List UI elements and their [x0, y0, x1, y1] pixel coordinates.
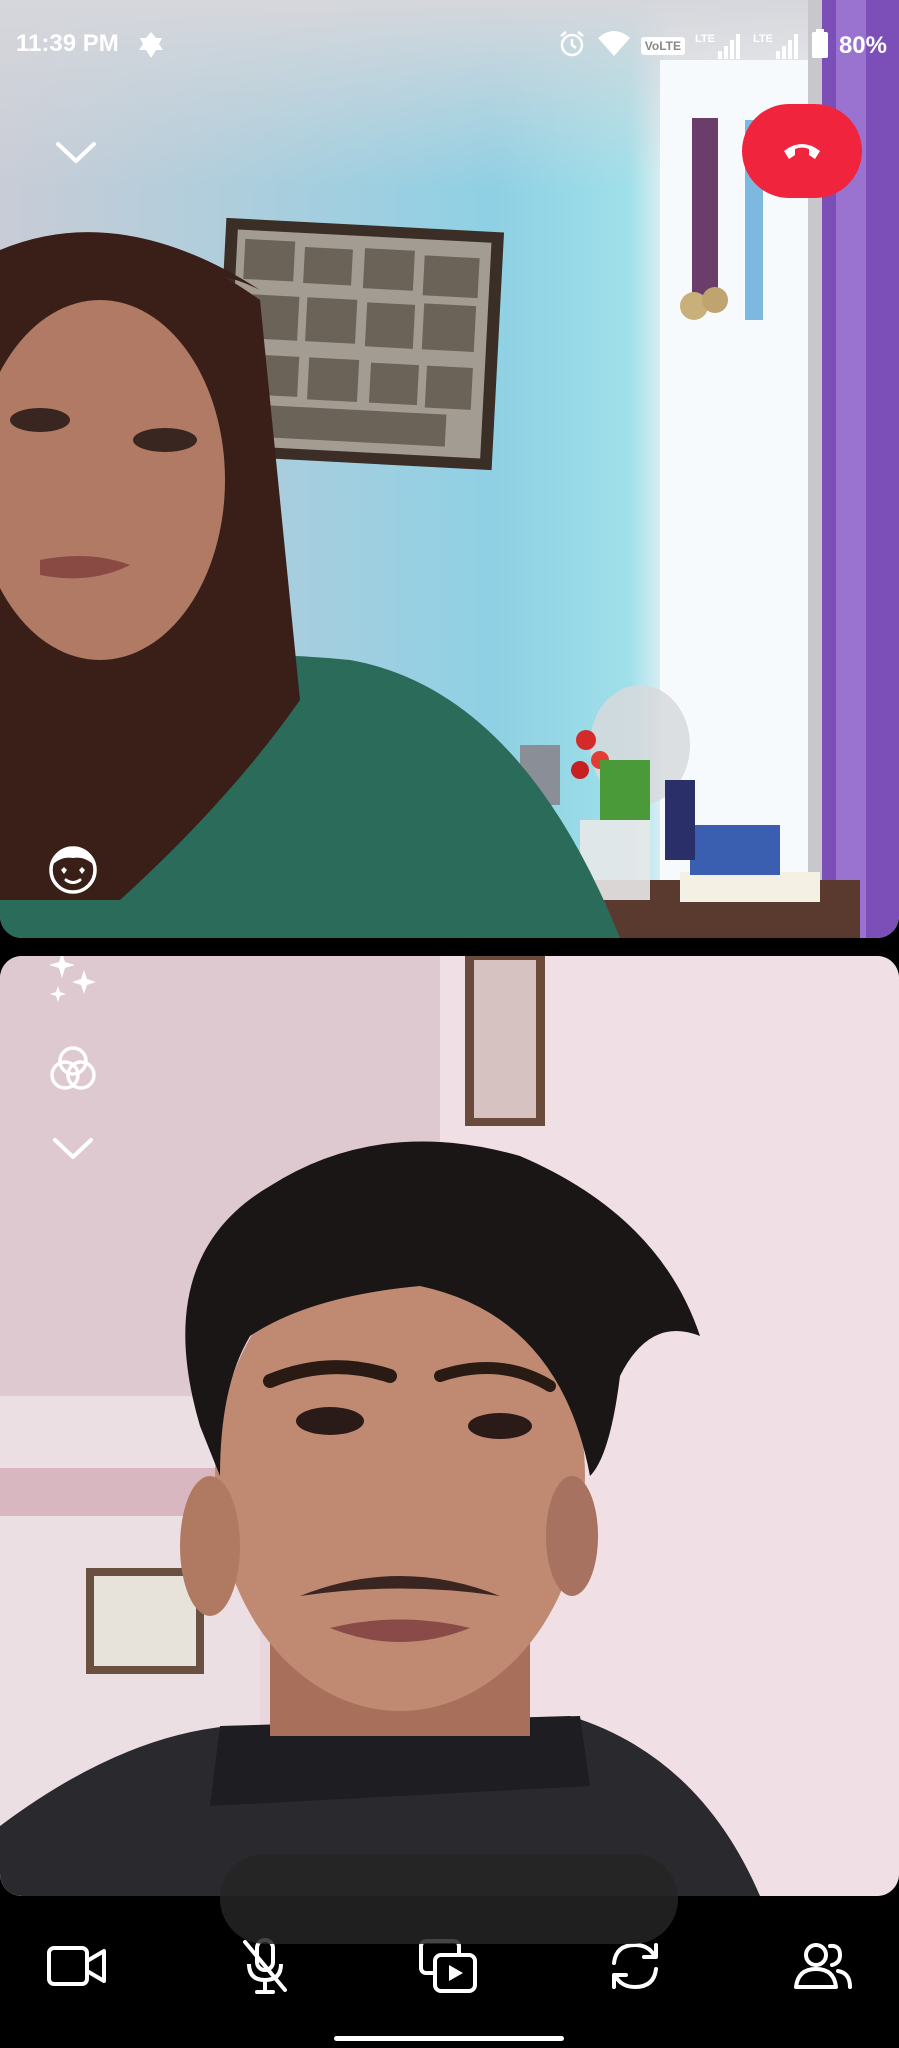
controls-pill	[220, 1854, 678, 1944]
color-filter-icon	[46, 1042, 100, 1101]
volte-icon: VoLTE	[640, 37, 686, 55]
participants-icon	[792, 1939, 854, 1998]
video-camera-icon	[46, 1943, 108, 1994]
switch-camera-icon	[604, 1937, 666, 2000]
end-call-button[interactable]	[742, 104, 862, 198]
chevron-down-icon	[52, 1136, 94, 1167]
minimize-call-button[interactable]	[46, 130, 106, 180]
face-filter-button[interactable]	[40, 838, 106, 904]
status-time: 11:39 PM	[16, 30, 119, 57]
wifi-icon	[597, 30, 631, 63]
camera-toggle-button[interactable]	[32, 1928, 122, 2008]
battery-icon	[811, 28, 829, 64]
collapse-effects-button[interactable]	[40, 1118, 106, 1184]
lte-signal-icon: LTE	[695, 33, 743, 59]
lte-signal-icon: LTE	[753, 33, 801, 59]
self-video-image	[0, 956, 899, 1896]
participants-button[interactable]	[778, 1928, 868, 2008]
phone-hangup-icon	[781, 137, 823, 166]
lte-label: LTE	[752, 33, 773, 45]
face-filter-icon	[44, 840, 102, 903]
battery-percent: 80%	[838, 32, 887, 59]
color-filter-button[interactable]	[40, 1038, 106, 1104]
media-share-icon	[417, 1937, 481, 2000]
home-indicator[interactable]	[334, 2036, 564, 2041]
remote-video-feed[interactable]	[0, 0, 899, 938]
sparkles-icon	[46, 956, 100, 1009]
effects-button[interactable]	[40, 956, 106, 1012]
chevron-down-icon	[55, 140, 97, 171]
microphone-muted-icon	[237, 1936, 293, 2001]
self-video-feed[interactable]	[0, 956, 899, 1896]
alarm-icon	[557, 29, 587, 64]
status-bar: 11:39 PM VoLTE LTE LTE 80%	[0, 0, 899, 92]
bug-notification-icon	[134, 28, 168, 62]
lte-label: LTE	[695, 33, 715, 45]
status-icons: VoLTE LTE LTE 80%	[557, 26, 887, 66]
